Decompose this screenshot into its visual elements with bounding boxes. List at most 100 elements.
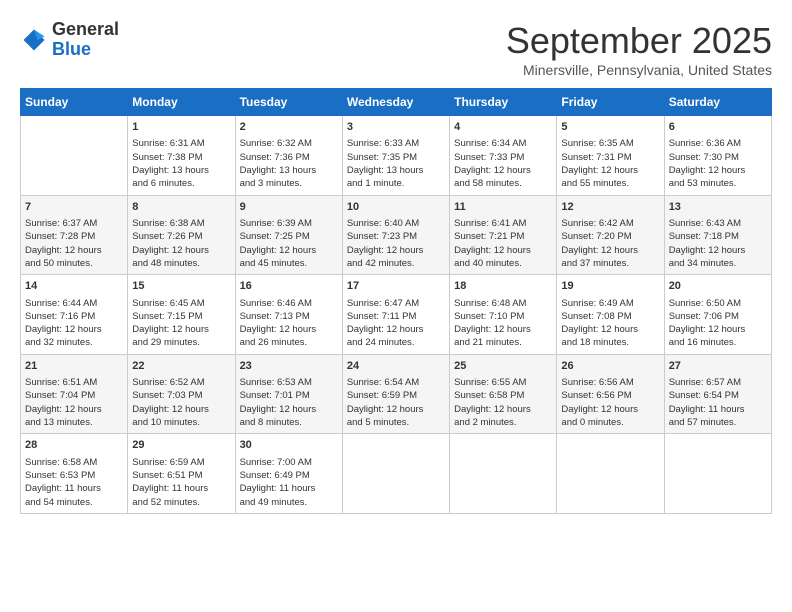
day-info: and 26 minutes. xyxy=(240,336,338,349)
day-info: Daylight: 11 hours xyxy=(25,482,123,495)
day-info: Daylight: 13 hours xyxy=(240,164,338,177)
day-info: and 50 minutes. xyxy=(25,257,123,270)
calendar-cell: 25Sunrise: 6:55 AMSunset: 6:58 PMDayligh… xyxy=(450,354,557,434)
day-info: Sunset: 6:51 PM xyxy=(132,469,230,482)
day-info: Sunrise: 6:43 AM xyxy=(669,217,767,230)
weekday-header: Sunday xyxy=(21,89,128,116)
day-info: Sunrise: 6:49 AM xyxy=(561,297,659,310)
day-info: Daylight: 12 hours xyxy=(454,323,552,336)
calendar-cell: 22Sunrise: 6:52 AMSunset: 7:03 PMDayligh… xyxy=(128,354,235,434)
day-info: Daylight: 12 hours xyxy=(561,244,659,257)
day-info: and 54 minutes. xyxy=(25,496,123,509)
day-number: 3 xyxy=(347,120,445,135)
calendar-cell: 26Sunrise: 6:56 AMSunset: 6:56 PMDayligh… xyxy=(557,354,664,434)
day-info: Daylight: 12 hours xyxy=(25,403,123,416)
day-info: Sunset: 7:33 PM xyxy=(454,151,552,164)
day-info: Sunrise: 6:40 AM xyxy=(347,217,445,230)
calendar-cell xyxy=(557,434,664,514)
day-info: Daylight: 12 hours xyxy=(240,323,338,336)
day-info: Sunset: 7:04 PM xyxy=(25,389,123,402)
day-info: Daylight: 12 hours xyxy=(25,323,123,336)
day-info: Sunrise: 6:59 AM xyxy=(132,456,230,469)
logo: General Blue xyxy=(20,20,119,60)
weekday-header: Saturday xyxy=(664,89,771,116)
day-number: 2 xyxy=(240,120,338,135)
day-info: and 18 minutes. xyxy=(561,336,659,349)
day-info: Daylight: 12 hours xyxy=(454,164,552,177)
page-header: General Blue September 2025 Minersville,… xyxy=(20,20,772,78)
weekday-header: Friday xyxy=(557,89,664,116)
calendar-cell: 27Sunrise: 6:57 AMSunset: 6:54 PMDayligh… xyxy=(664,354,771,434)
day-number: 10 xyxy=(347,200,445,215)
day-number: 14 xyxy=(25,279,123,294)
day-info: and 29 minutes. xyxy=(132,336,230,349)
day-info: Daylight: 11 hours xyxy=(132,482,230,495)
day-info: and 40 minutes. xyxy=(454,257,552,270)
weekday-header: Tuesday xyxy=(235,89,342,116)
calendar-cell: 17Sunrise: 6:47 AMSunset: 7:11 PMDayligh… xyxy=(342,275,449,355)
day-number: 1 xyxy=(132,120,230,135)
day-info: Daylight: 12 hours xyxy=(669,244,767,257)
calendar-cell: 13Sunrise: 6:43 AMSunset: 7:18 PMDayligh… xyxy=(664,195,771,275)
calendar-cell: 9Sunrise: 6:39 AMSunset: 7:25 PMDaylight… xyxy=(235,195,342,275)
day-info: and 3 minutes. xyxy=(240,177,338,190)
day-info: Daylight: 13 hours xyxy=(347,164,445,177)
day-number: 20 xyxy=(669,279,767,294)
weekday-header: Monday xyxy=(128,89,235,116)
day-number: 23 xyxy=(240,359,338,374)
weekday-header: Wednesday xyxy=(342,89,449,116)
calendar-cell: 8Sunrise: 6:38 AMSunset: 7:26 PMDaylight… xyxy=(128,195,235,275)
calendar-cell: 1Sunrise: 6:31 AMSunset: 7:38 PMDaylight… xyxy=(128,116,235,196)
day-info: Sunrise: 6:38 AM xyxy=(132,217,230,230)
day-info: Sunrise: 6:35 AM xyxy=(561,137,659,150)
day-info: and 53 minutes. xyxy=(669,177,767,190)
calendar-cell xyxy=(450,434,557,514)
day-number: 12 xyxy=(561,200,659,215)
day-number: 24 xyxy=(347,359,445,374)
day-info: Sunset: 7:28 PM xyxy=(25,230,123,243)
day-info: Sunset: 7:21 PM xyxy=(454,230,552,243)
day-info: and 1 minute. xyxy=(347,177,445,190)
calendar-table: SundayMondayTuesdayWednesdayThursdayFrid… xyxy=(20,88,772,514)
day-info: Sunrise: 6:52 AM xyxy=(132,376,230,389)
day-info: Sunset: 7:16 PM xyxy=(25,310,123,323)
day-number: 9 xyxy=(240,200,338,215)
day-info: Daylight: 12 hours xyxy=(669,164,767,177)
day-info: and 24 minutes. xyxy=(347,336,445,349)
day-info: Daylight: 12 hours xyxy=(347,244,445,257)
day-info: Sunset: 7:30 PM xyxy=(669,151,767,164)
calendar-cell: 7Sunrise: 6:37 AMSunset: 7:28 PMDaylight… xyxy=(21,195,128,275)
day-info: Sunrise: 6:50 AM xyxy=(669,297,767,310)
day-info: Sunrise: 6:36 AM xyxy=(669,137,767,150)
day-info: Daylight: 12 hours xyxy=(347,403,445,416)
day-number: 26 xyxy=(561,359,659,374)
day-info: Sunset: 7:15 PM xyxy=(132,310,230,323)
day-info: Daylight: 12 hours xyxy=(454,403,552,416)
day-info: and 2 minutes. xyxy=(454,416,552,429)
day-info: Sunset: 7:35 PM xyxy=(347,151,445,164)
day-number: 8 xyxy=(132,200,230,215)
logo-icon xyxy=(20,26,48,54)
calendar-cell: 24Sunrise: 6:54 AMSunset: 6:59 PMDayligh… xyxy=(342,354,449,434)
day-info: Daylight: 12 hours xyxy=(240,403,338,416)
day-info: Sunset: 7:38 PM xyxy=(132,151,230,164)
day-info: Sunrise: 6:57 AM xyxy=(669,376,767,389)
day-info: and 8 minutes. xyxy=(240,416,338,429)
day-number: 13 xyxy=(669,200,767,215)
day-info: Sunset: 6:56 PM xyxy=(561,389,659,402)
calendar-cell: 5Sunrise: 6:35 AMSunset: 7:31 PMDaylight… xyxy=(557,116,664,196)
day-info: and 55 minutes. xyxy=(561,177,659,190)
day-info: Sunset: 7:20 PM xyxy=(561,230,659,243)
day-info: Sunrise: 6:31 AM xyxy=(132,137,230,150)
calendar-cell: 29Sunrise: 6:59 AMSunset: 6:51 PMDayligh… xyxy=(128,434,235,514)
calendar-cell: 12Sunrise: 6:42 AMSunset: 7:20 PMDayligh… xyxy=(557,195,664,275)
calendar-cell: 18Sunrise: 6:48 AMSunset: 7:10 PMDayligh… xyxy=(450,275,557,355)
day-info: and 21 minutes. xyxy=(454,336,552,349)
day-number: 19 xyxy=(561,279,659,294)
day-number: 30 xyxy=(240,438,338,453)
day-info: and 34 minutes. xyxy=(669,257,767,270)
day-info: Daylight: 12 hours xyxy=(132,323,230,336)
day-number: 18 xyxy=(454,279,552,294)
calendar-cell: 4Sunrise: 6:34 AMSunset: 7:33 PMDaylight… xyxy=(450,116,557,196)
calendar-cell: 3Sunrise: 6:33 AMSunset: 7:35 PMDaylight… xyxy=(342,116,449,196)
